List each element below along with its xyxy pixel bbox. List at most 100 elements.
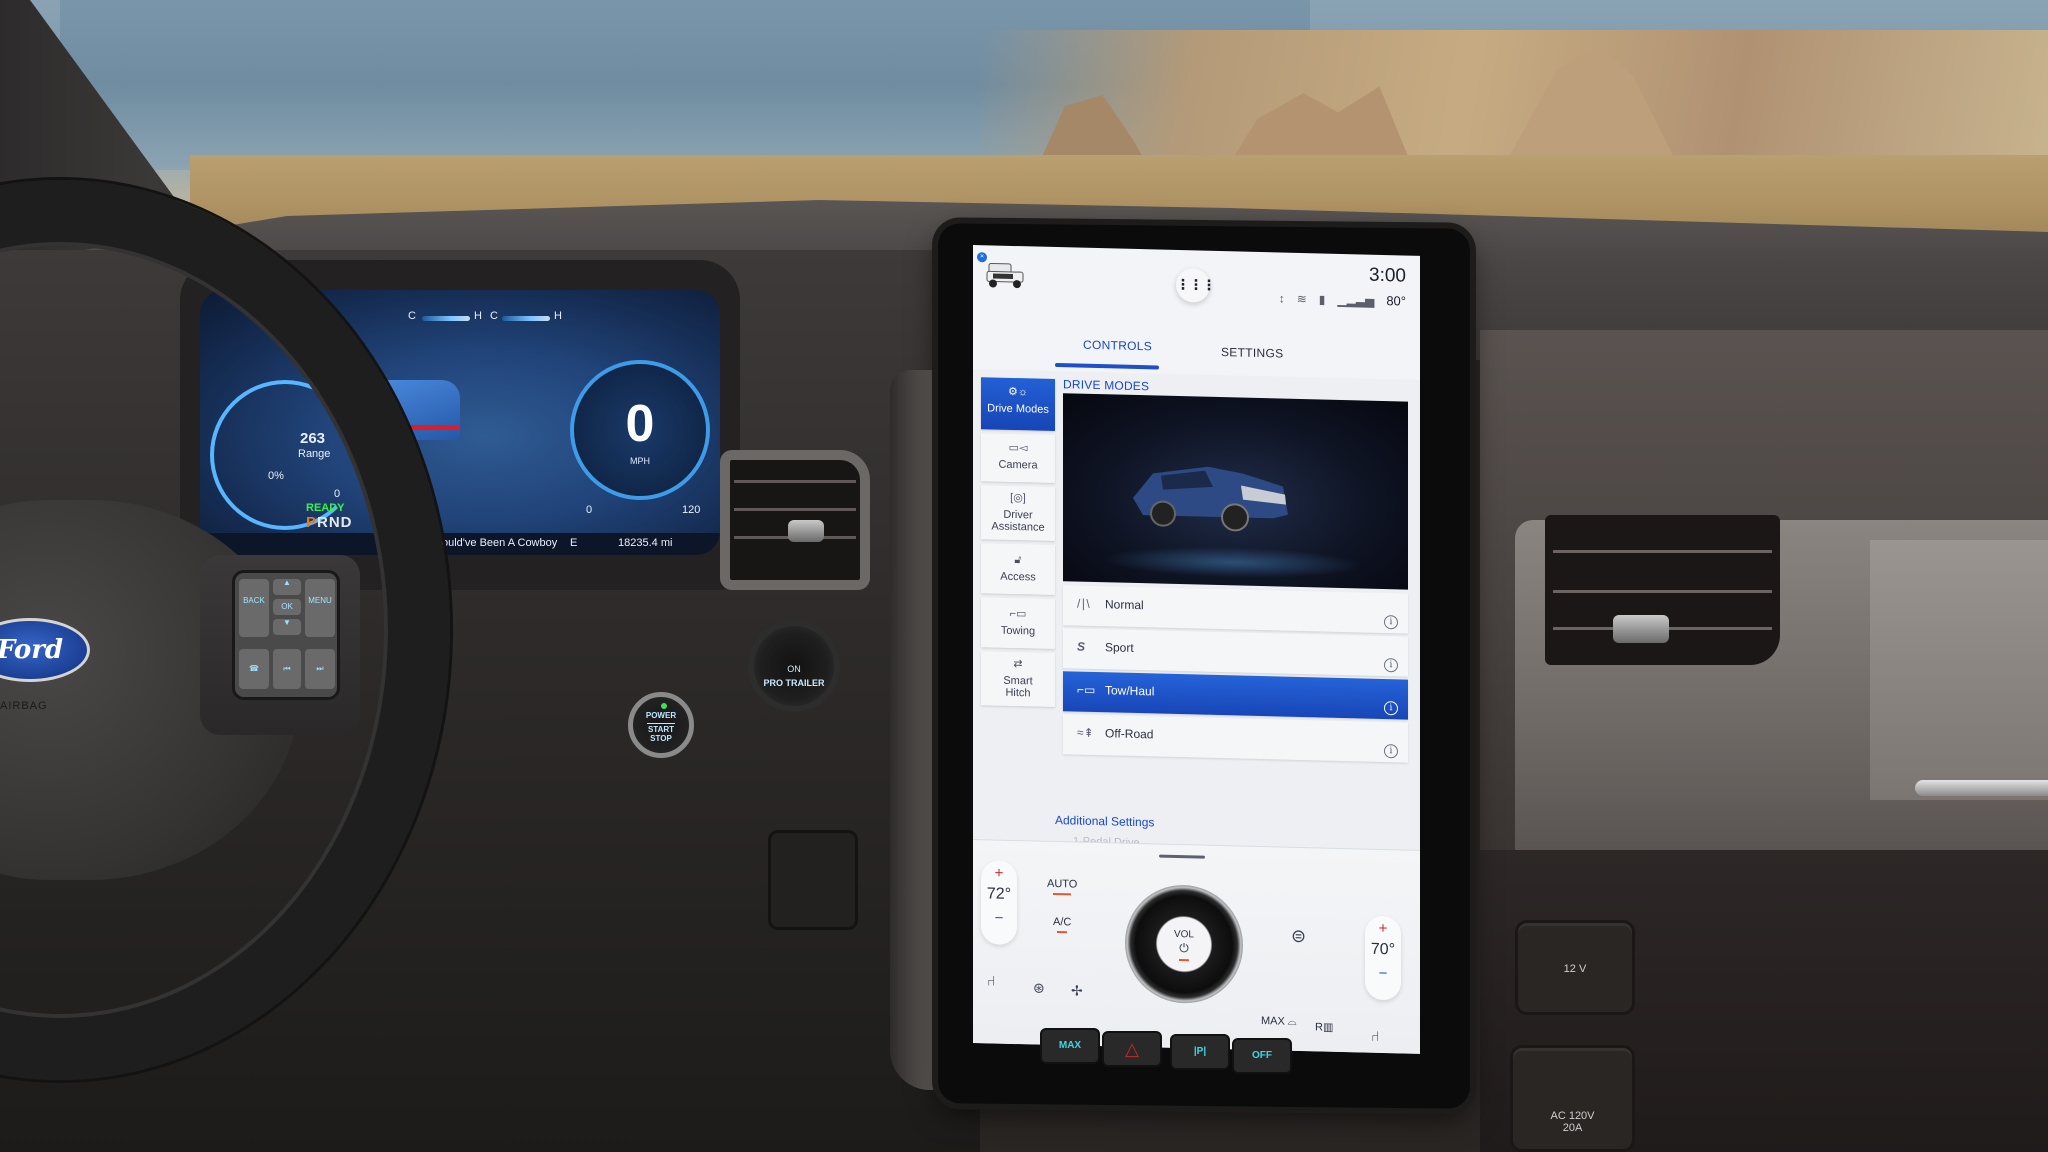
status-bar: × ⋮⋮⋮ 3:00 ↕ ≋ ▮ ▁▂▃▅ 80°	[973, 245, 1420, 324]
power-start-stop-button[interactable]: POWER START STOP	[628, 692, 694, 758]
ac-button[interactable]: A/C	[1053, 916, 1071, 934]
vehicle-interior-scene: 12 V AC 120V 20A C H C H 263 Range 0% 0 …	[0, 0, 2048, 1152]
motor-temp-bar	[502, 316, 550, 321]
sidebar-item-label: Driver	[1003, 508, 1033, 522]
mode-label: Off-Road	[1105, 726, 1154, 742]
stop-label: STOP	[650, 733, 672, 743]
compass-heading: E	[570, 537, 578, 549]
12v-socket-cover[interactable]: 12 V	[1515, 920, 1635, 1015]
gauge-low-label: C	[490, 310, 498, 322]
drive-mode-off-road[interactable]: ≈⇞ Off-Road i	[1063, 714, 1408, 763]
passenger-air-vent[interactable]	[1545, 515, 1780, 665]
active-tab-indicator	[1055, 363, 1159, 370]
sidebar-item-label: Drive Modes	[987, 401, 1049, 416]
socket-label: 12 V	[1563, 963, 1587, 975]
power-label: POWER	[645, 711, 677, 720]
max-defrost-button[interactable]: MAX ⌓	[1261, 1015, 1297, 1029]
vent-adjust-knob[interactable]	[1613, 615, 1669, 643]
power-icon: ⏻	[1179, 941, 1189, 956]
section-title: DRIVE MODES	[1063, 377, 1150, 394]
max-defrost-label: MAX	[1261, 1015, 1285, 1028]
wifi-icon: ≋	[1296, 291, 1307, 306]
sidebar-item-label: Smart	[1003, 674, 1033, 688]
speedometer: 0 MPH	[570, 360, 710, 500]
driver-center-air-vent[interactable]	[720, 450, 870, 590]
temp-increase-button[interactable]: +	[981, 864, 1017, 882]
sidebar-item-towing[interactable]: ⌐▭ Towing	[981, 597, 1055, 650]
temp-decrease-button[interactable]: −	[981, 909, 1017, 927]
drive-mode-tow-haul[interactable]: ⌐▭ Tow/Haul i	[1063, 671, 1408, 720]
knob-label: PRO TRAILER	[763, 678, 825, 688]
drive-mode-normal[interactable]: /∣\ Normal i	[1063, 585, 1408, 634]
rear-defrost-icon: ▥	[1322, 1021, 1334, 1034]
rear-defrost-button[interactable]: R▥	[1315, 1020, 1333, 1033]
drive-mode-sport[interactable]: S Sport i	[1063, 628, 1408, 677]
driver-assist-icon: [◎]	[1010, 491, 1026, 505]
gauge-high-label: H	[474, 310, 482, 322]
heated-seat-icon[interactable]: ⑁	[987, 972, 995, 988]
ac-outlet-cover[interactable]: AC 120V 20A	[1510, 1045, 1635, 1152]
sport-s-icon: S	[1077, 639, 1086, 654]
vent-adjust-knob[interactable]	[788, 520, 824, 542]
auto-climate-button[interactable]: AUTO	[1047, 878, 1077, 896]
gauge-high-label: H	[554, 310, 562, 322]
temp-increase-button[interactable]: +	[1365, 920, 1401, 938]
clock: 3:00	[1369, 264, 1406, 287]
sidebar-item-label: Access	[1000, 570, 1036, 584]
passenger-temperature-control[interactable]: + 70° −	[1365, 915, 1401, 1001]
rear-defrost-label: R	[1315, 1021, 1323, 1034]
sidebar-item-label: Hitch	[1005, 687, 1031, 700]
passenger-seat-icon[interactable]: ⑁	[1371, 1028, 1379, 1044]
fan-icon[interactable]: ✢	[1071, 982, 1083, 999]
info-icon[interactable]: i	[1384, 658, 1398, 673]
climate-control-bar: + 72° − AUTO A/C ⑁ ⊛ ✢ VOL ⏻ ⊜ + 70° − M…	[973, 839, 1420, 1054]
glovebox-handle[interactable]	[1915, 780, 2048, 796]
pro-trailer-knob[interactable]: ON PRO TRAILER	[748, 620, 840, 712]
sidebar-item-drive-modes[interactable]: ⚙☼ Drive Modes	[981, 377, 1055, 432]
grid-dots-icon: ⋮⋮⋮	[1176, 275, 1215, 293]
now-playing-title: ould've Been A Cowboy	[442, 537, 558, 549]
airflow-mode-icon[interactable]: ⊜	[1291, 926, 1306, 947]
hazard-button[interactable]: △	[1102, 1031, 1162, 1067]
info-icon[interactable]: i	[1384, 744, 1398, 759]
window-switch-panel[interactable]	[768, 830, 858, 930]
sidebar-item-camera[interactable]: ▭◅ Camera	[981, 433, 1055, 484]
passenger-temperature: 70°	[1370, 940, 1396, 959]
battery-temp-gauge: C	[408, 310, 416, 322]
mode-label: Normal	[1105, 597, 1144, 613]
sidebar-item-access[interactable]: 🔓︎ Access	[981, 543, 1055, 596]
truck-illustration	[1133, 466, 1288, 532]
parking-brake-button[interactable]: |P|	[1170, 1034, 1230, 1070]
glovebox[interactable]	[1870, 540, 2048, 800]
tab-controls[interactable]: CONTROLS	[1083, 338, 1152, 354]
socket-rating: 20A	[1562, 1122, 1583, 1134]
start-label: START	[647, 725, 675, 734]
drawer-handle[interactable]	[1159, 854, 1205, 859]
off-road-icon: ≈⇞	[1077, 725, 1094, 740]
knob-on-label: ON	[787, 664, 801, 674]
status-icons: ↕ ≋ ▮ ▁▂▃▅ 80°	[1279, 290, 1406, 309]
sidebar-item-smart-hitch[interactable]: ⇄ Smart Hitch	[981, 651, 1055, 708]
app-launcher-button[interactable]: ⋮⋮⋮	[1176, 267, 1215, 303]
sidebar-item-label: Assistance	[991, 520, 1045, 535]
speed-unit: MPH	[630, 456, 650, 466]
phone-battery-icon: ▮	[1318, 291, 1326, 307]
driver-temperature-control[interactable]: + 72° −	[981, 860, 1017, 946]
info-icon[interactable]: i	[1384, 701, 1398, 716]
sidebar-item-label: Camera	[998, 458, 1038, 472]
speed-max-label: 120	[682, 504, 701, 516]
traction-control-off-button[interactable]: OFF	[1232, 1038, 1292, 1074]
info-icon[interactable]: i	[1384, 615, 1398, 630]
hazard-icon: △	[1125, 1039, 1139, 1059]
road-icon: /∣\	[1077, 596, 1090, 611]
power-led	[661, 703, 667, 709]
max-defrost-hard-button[interactable]: MAX	[1040, 1028, 1100, 1064]
volume-knob[interactable]: VOL ⏻	[1125, 883, 1243, 1005]
heated-steering-wheel-icon[interactable]: ⊛	[1033, 979, 1045, 996]
sidebar-item-driver-assistance[interactable]: [◎] Driver Assistance	[981, 485, 1055, 542]
socket-label: AC 120V	[1550, 1110, 1595, 1122]
temp-decrease-button[interactable]: −	[1365, 965, 1401, 983]
tab-settings[interactable]: SETTINGS	[1221, 345, 1283, 361]
vehicle-icon[interactable]	[983, 259, 1027, 290]
odometer: 18235.4 mi	[618, 537, 673, 549]
